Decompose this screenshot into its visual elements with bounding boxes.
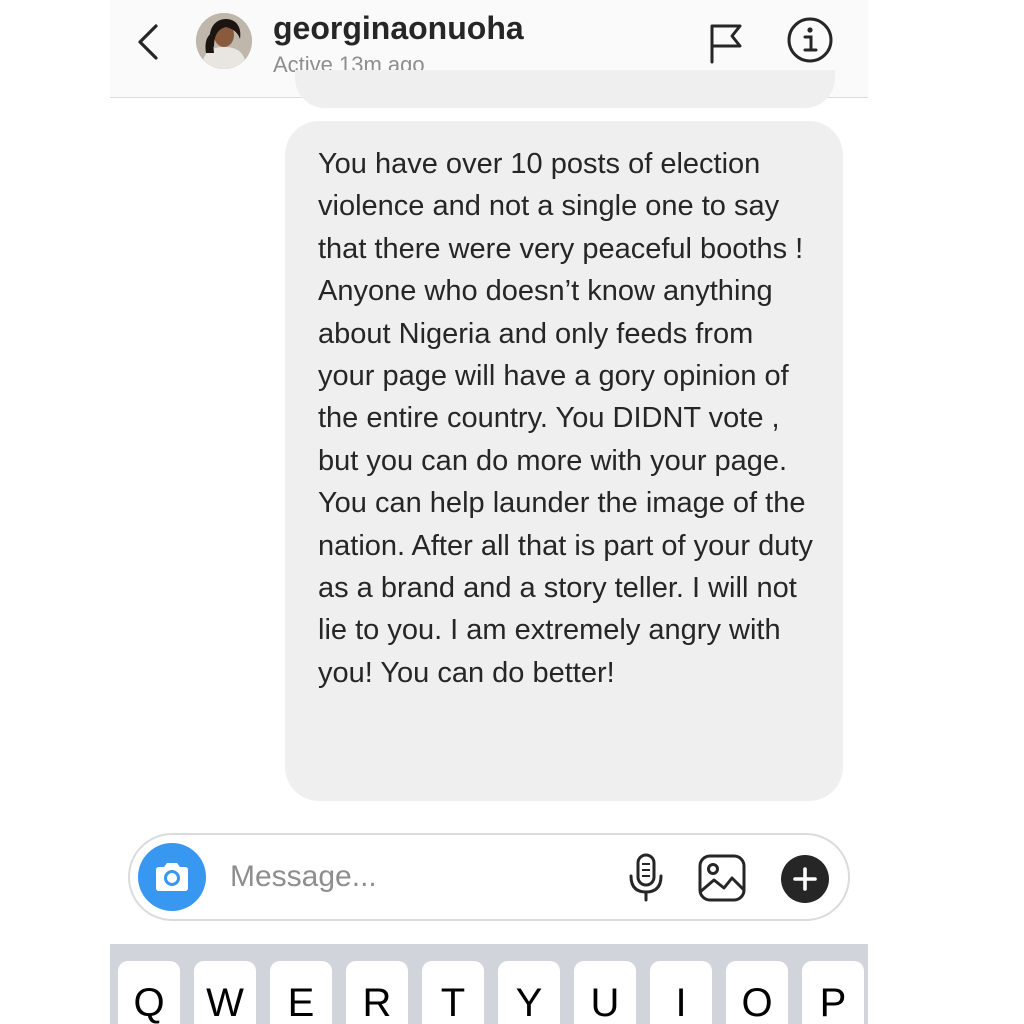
key-u[interactable]: U — [574, 961, 636, 1024]
chat-username[interactable]: georginaonuoha — [273, 10, 524, 47]
avatar[interactable] — [196, 13, 252, 69]
microphone-icon — [629, 853, 663, 902]
camera-icon — [156, 863, 188, 891]
key-t[interactable]: T — [422, 961, 484, 1024]
gallery-button[interactable] — [696, 852, 748, 904]
message-text: You have over 10 posts of election viole… — [318, 148, 813, 689]
key-e[interactable]: E — [270, 961, 332, 1024]
report-button[interactable] — [706, 20, 746, 64]
info-icon — [787, 17, 833, 63]
back-button[interactable] — [130, 22, 166, 62]
key-r[interactable]: R — [346, 961, 408, 1024]
message-composer — [128, 833, 850, 921]
key-q[interactable]: Q — [118, 961, 180, 1024]
voice-message-button[interactable] — [626, 852, 666, 904]
plus-circle-icon — [781, 855, 829, 903]
message-input[interactable] — [230, 857, 590, 897]
key-p[interactable]: P — [802, 961, 864, 1024]
key-i[interactable]: I — [650, 961, 712, 1024]
dm-screen: georginaonuoha Active 13m ago You have o… — [110, 0, 868, 1024]
keyboard: Q W E R T Y U I O P — [110, 944, 868, 1024]
key-y[interactable]: Y — [498, 961, 560, 1024]
info-button[interactable] — [786, 16, 834, 64]
more-button[interactable] — [780, 854, 830, 904]
chevron-left-icon — [138, 24, 158, 60]
image-icon — [698, 854, 746, 902]
message-bubble[interactable]: You have over 10 posts of election viole… — [285, 121, 843, 801]
key-o[interactable]: O — [726, 961, 788, 1024]
flag-icon — [710, 24, 742, 64]
camera-button[interactable] — [138, 843, 206, 911]
previous-message-bubble — [295, 70, 835, 108]
avatar-photo — [196, 13, 252, 69]
key-w[interactable]: W — [194, 961, 256, 1024]
